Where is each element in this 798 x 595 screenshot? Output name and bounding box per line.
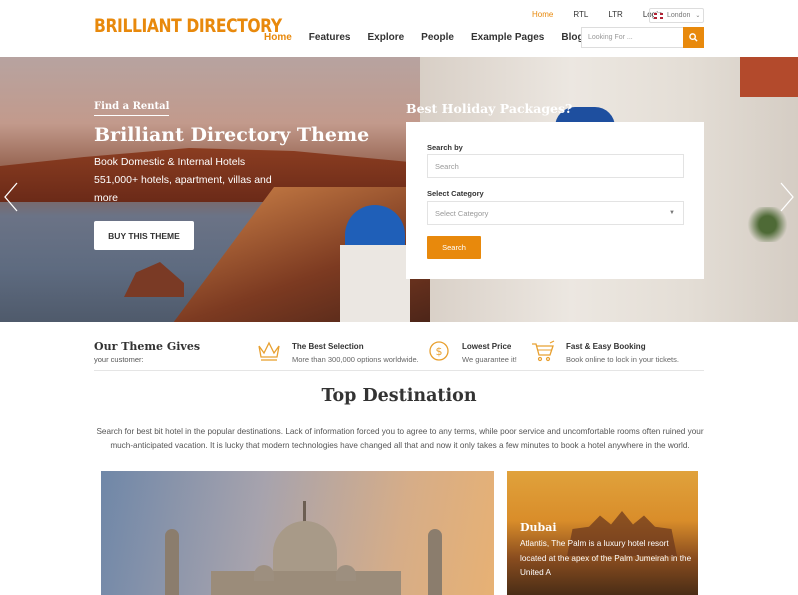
shopping-cart-icon <box>532 340 555 362</box>
section-description: Search for best bit hotel in the popular… <box>96 427 704 450</box>
search-button[interactable]: Search <box>427 236 481 259</box>
search-by-label: Search by <box>427 143 463 152</box>
feature-title: The Best Selection <box>292 342 364 351</box>
dollar-coin-icon: $ <box>429 341 449 361</box>
hero-decoration <box>740 57 798 97</box>
feature-title: Lowest Price <box>462 342 512 351</box>
feature-desc: We guarantee it! <box>462 355 517 364</box>
feature-desc: More than 300,000 options worldwide. <box>292 355 419 364</box>
features-strip: Our Theme Gives your customer: The Best … <box>94 322 704 371</box>
hero-eyebrow: Find a Rental <box>94 101 170 116</box>
destination-description: Atlantis, The Palm is a luxury hotel res… <box>520 539 692 577</box>
category-select[interactable]: Select Category ▼ <box>427 201 684 225</box>
image-decoration <box>165 529 179 595</box>
category-selected: Select Category <box>435 208 489 218</box>
site-logo[interactable]: BRILLIANT DIRECTORY <box>94 15 282 37</box>
svg-text:$: $ <box>436 345 443 358</box>
hero-decoration <box>745 207 790 242</box>
destination-card-taj-mahal[interactable] <box>101 471 494 595</box>
topbar-rtl-link[interactable]: RTL <box>573 10 588 19</box>
feature-title: Fast & Easy Booking <box>566 342 646 351</box>
nav-example-pages[interactable]: Example Pages <box>471 32 544 43</box>
main-nav: Home Features Explore People Example Pag… <box>264 32 601 43</box>
feature-desc: Book online to lock in your tickets. <box>566 355 679 364</box>
features-subheading: your customer: <box>94 355 144 364</box>
site-header: BRILLIANT DIRECTORY Home RTL LTR Login L… <box>0 0 798 57</box>
header-search-button[interactable] <box>683 27 704 48</box>
language-selected: London <box>667 12 691 19</box>
destination-card-dubai[interactable]: Dubai Atlantis, The Palm is a luxury hot… <box>507 471 698 595</box>
section-title: Top Destination <box>321 386 477 406</box>
image-decoration <box>254 565 274 581</box>
chevron-down-icon: ⌄ <box>695 13 701 19</box>
destination-name: Dubai <box>520 521 557 534</box>
topbar-ltr-link[interactable]: LTR <box>608 10 623 19</box>
topbar-home-link[interactable]: Home <box>532 10 553 19</box>
image-decoration <box>428 529 442 595</box>
hero-decoration <box>124 262 184 297</box>
hero-subtitle: Book Domestic & Internal Hotels 551,000+… <box>94 156 272 204</box>
search-panel-title: Best Holiday Packages? <box>406 101 573 116</box>
hero-decoration <box>340 245 410 322</box>
crown-icon <box>258 341 280 361</box>
search-input[interactable]: Search <box>427 154 684 178</box>
nav-home[interactable]: Home <box>264 32 292 43</box>
header-search-input[interactable]: Looking For ... <box>581 27 684 48</box>
search-panel: Search by Search Select Category Select … <box>406 122 704 279</box>
buy-theme-button[interactable]: BUY THIS THEME <box>94 221 194 250</box>
chevron-down-icon: ▼ <box>669 210 675 216</box>
language-select[interactable]: London ⌄ <box>649 8 704 23</box>
image-decoration <box>336 565 356 581</box>
nav-features[interactable]: Features <box>309 32 351 43</box>
hero-slider: Find a Rental Brilliant Directory Theme … <box>0 57 798 322</box>
nav-explore[interactable]: Explore <box>367 32 404 43</box>
hero-title: Brilliant Directory Theme <box>94 124 370 146</box>
category-label: Select Category <box>427 189 484 198</box>
chevron-left-icon[interactable] <box>3 182 19 212</box>
image-decoration <box>211 571 401 595</box>
image-decoration <box>303 501 306 523</box>
uk-flag-icon <box>654 12 663 19</box>
features-heading: Our Theme Gives <box>94 340 201 353</box>
search-icon <box>689 33 698 42</box>
nav-people[interactable]: People <box>421 32 454 43</box>
chevron-right-icon[interactable] <box>779 182 795 212</box>
